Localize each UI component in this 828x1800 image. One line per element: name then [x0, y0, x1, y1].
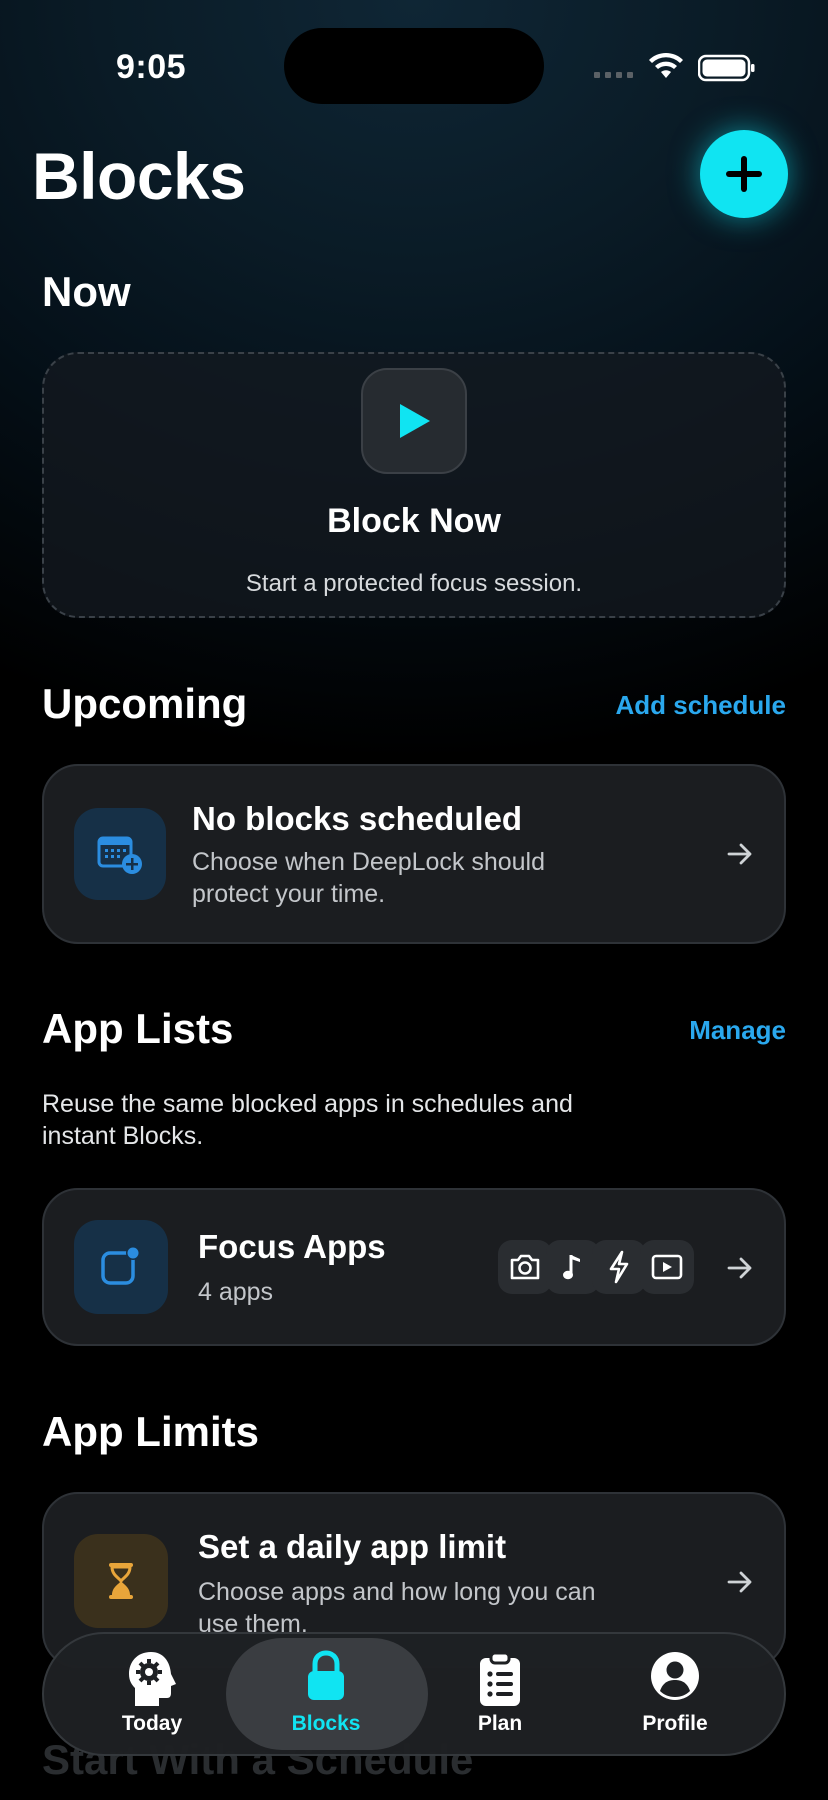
camera-icon	[498, 1240, 552, 1294]
arrow-right-icon	[727, 843, 752, 865]
daily-limit-subtitle-line1: Choose apps and how long you can	[198, 1578, 596, 1606]
clipboard-list-icon	[480, 1651, 520, 1706]
wifi-icon	[649, 52, 683, 78]
calendar-add-icon	[97, 836, 142, 874]
head-gear-icon	[129, 1652, 176, 1706]
tab-plan[interactable]: Plan	[420, 1640, 580, 1748]
now-section-title: Now	[42, 268, 131, 315]
manage-link[interactable]: Manage	[600, 1015, 786, 1046]
tab-today-label: Today	[121, 1712, 183, 1735]
bolt-icon	[592, 1240, 646, 1294]
tab-profile-label: Profile	[642, 1712, 708, 1735]
app-lists-description-line2: instant Blocks.	[42, 1122, 204, 1150]
play-icon	[640, 1240, 694, 1294]
app-badge-icon	[101, 1246, 140, 1285]
tab-today[interactable]: Today	[72, 1640, 232, 1748]
block-now-play-button[interactable]	[361, 368, 467, 474]
status-time: 9:05	[116, 48, 187, 86]
app-limits-section-title: App Limits	[42, 1408, 259, 1455]
page-title: Blocks	[32, 139, 246, 213]
daily-limit-title: Set a daily app limit	[198, 1528, 507, 1565]
app-lists-description-line1: Reuse the same blocked apps in schedules…	[42, 1090, 573, 1118]
battery-icon	[698, 54, 755, 82]
cellular-signal-icon	[594, 72, 634, 80]
add-block-button[interactable]	[700, 130, 788, 218]
arrow-right-icon	[727, 1257, 752, 1279]
calendar-add-tile	[74, 808, 166, 900]
block-now-title: Block Now	[327, 502, 501, 540]
no-blocks-subtitle-line1: Choose when DeepLock should	[192, 848, 546, 876]
focus-apps-title: Focus Apps	[198, 1228, 386, 1265]
play-icon	[400, 404, 430, 438]
lock-icon	[308, 1650, 344, 1700]
focus-apps-count: 4 apps	[198, 1278, 274, 1306]
upcoming-section-title: Upcoming	[42, 680, 248, 727]
hourglass-tile	[74, 1534, 168, 1628]
tab-blocks[interactable]: Blocks	[246, 1640, 406, 1748]
no-blocks-title: No blocks scheduled	[192, 800, 523, 837]
hourglass-icon	[109, 1563, 133, 1599]
app-list-tile	[74, 1220, 168, 1314]
tab-plan-label: Plan	[477, 1712, 523, 1735]
block-now-subtitle: Start a protected focus session.	[245, 570, 583, 597]
arrow-right-icon	[727, 1571, 752, 1593]
person-circle-icon	[651, 1652, 699, 1700]
tab-profile[interactable]: Profile	[595, 1640, 755, 1748]
tab-blocks-label: Blocks	[291, 1712, 361, 1735]
add-schedule-link[interactable]: Add schedule	[560, 690, 786, 721]
no-blocks-subtitle-line2: protect your time.	[192, 880, 386, 908]
plus-icon	[726, 156, 762, 192]
dynamic-island	[284, 28, 544, 104]
app-lists-section-title: App Lists	[42, 1005, 234, 1052]
